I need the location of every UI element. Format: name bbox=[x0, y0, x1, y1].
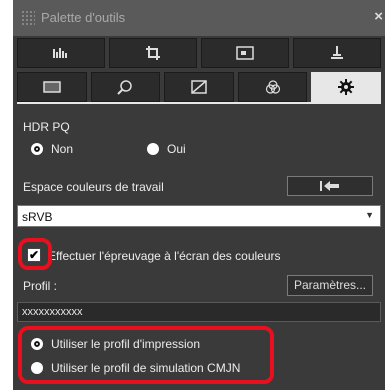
crop-icon bbox=[146, 46, 160, 60]
basic-adjust-icon bbox=[43, 81, 61, 93]
basic-adjust-button[interactable] bbox=[17, 72, 87, 102]
toolbar-row-top bbox=[17, 38, 381, 68]
drag-grip-icon[interactable] bbox=[21, 10, 35, 26]
tone-curve-button[interactable] bbox=[164, 72, 234, 102]
workspace-value: sRVB bbox=[22, 210, 53, 224]
radio-group-highlight bbox=[18, 326, 274, 384]
image-view-icon bbox=[236, 46, 254, 60]
stamp-button[interactable] bbox=[293, 38, 381, 68]
profile-label: Profil : bbox=[23, 279, 58, 293]
zoom-detail-icon bbox=[117, 80, 133, 95]
chevron-down-icon: ▼ bbox=[365, 210, 374, 220]
hdr-oui-radio[interactable] bbox=[147, 143, 159, 155]
settings-gear-icon bbox=[338, 79, 355, 95]
histogram-icon bbox=[53, 48, 67, 58]
hdr-non-radio[interactable] bbox=[31, 143, 43, 155]
toolbar-row-bottom bbox=[17, 72, 381, 102]
zoom-detail-button[interactable] bbox=[90, 72, 161, 102]
crop-button[interactable] bbox=[109, 38, 197, 68]
window-title: Palette d'outils bbox=[41, 10, 126, 25]
hdr-label: HDR PQ bbox=[23, 120, 70, 134]
color-adjust-icon bbox=[265, 80, 280, 94]
reset-button[interactable] bbox=[287, 176, 373, 196]
close-icon[interactable]: × bbox=[374, 8, 383, 25]
workspace-select[interactable]: sRVB ▼ bbox=[17, 205, 381, 227]
title-bar[interactable]: Palette d'outils × bbox=[13, 0, 385, 36]
stamp-icon bbox=[331, 46, 343, 59]
hdr-non-label[interactable]: Non bbox=[51, 142, 73, 156]
image-view-button[interactable] bbox=[201, 38, 289, 68]
active-tab-underline bbox=[17, 102, 381, 104]
workspace-label: Espace couleurs de travail bbox=[23, 180, 164, 194]
reset-arrow-icon bbox=[320, 181, 339, 191]
tone-curve-icon bbox=[191, 80, 207, 94]
checkbox-highlight bbox=[18, 238, 52, 270]
settings-button[interactable]: Paramètres... bbox=[287, 275, 373, 296]
histogram-button[interactable] bbox=[17, 38, 105, 68]
soft-proof-label[interactable]: Effectuer l'épreuvage à l'écran des coul… bbox=[48, 249, 281, 263]
hdr-oui-label[interactable]: Oui bbox=[167, 142, 186, 156]
color-adjust-button[interactable] bbox=[237, 72, 308, 102]
settings-tab-button[interactable] bbox=[311, 72, 381, 102]
profile-value-field: xxxxxxxxxxx bbox=[17, 302, 381, 322]
